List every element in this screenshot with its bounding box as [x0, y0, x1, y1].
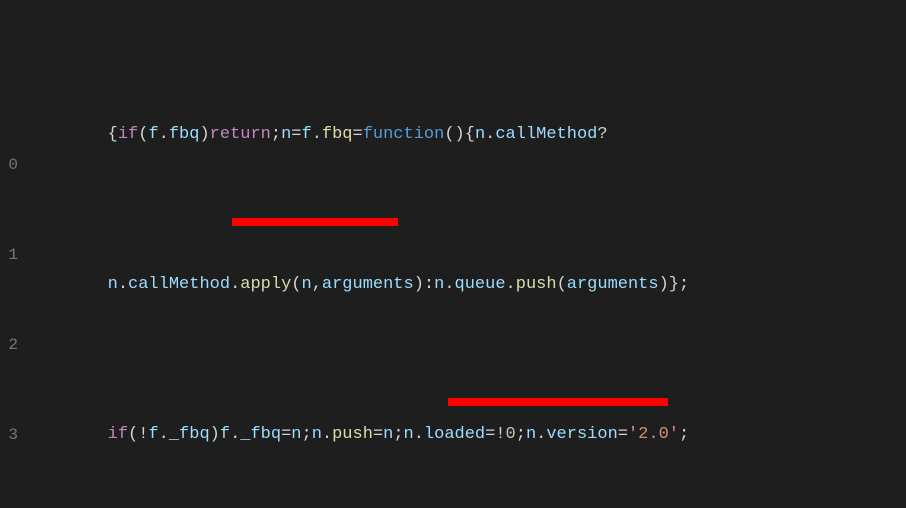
- line-number: 1: [0, 240, 20, 270]
- code-editor[interactable]: 0 1 2 3 4 5 6 7 8 1 2 3 4 5 6 {if(f.fbq)…: [0, 0, 906, 508]
- code-line[interactable]: n.callMethod.apply(n,arguments):n.queue.…: [26, 270, 906, 300]
- annotation-underline: [232, 218, 398, 226]
- code-content[interactable]: {if(f.fbq)return;n=f.fbq=function(){n.ca…: [26, 0, 906, 508]
- code-line[interactable]: if(!f._fbq)f._fbq=n;n.push=n;n.loaded=!0…: [26, 420, 906, 450]
- line-number-gutter: 0 1 2 3 4 5 6 7 8 1 2 3 4 5 6: [0, 0, 20, 508]
- line-number: [0, 60, 20, 90]
- code-line[interactable]: {if(f.fbq)return;n=f.fbq=function(){n.ca…: [26, 120, 906, 150]
- line-number: 0: [0, 150, 20, 180]
- line-number: 3: [0, 420, 20, 450]
- line-number: 2: [0, 330, 20, 360]
- annotation-underline: [448, 398, 668, 406]
